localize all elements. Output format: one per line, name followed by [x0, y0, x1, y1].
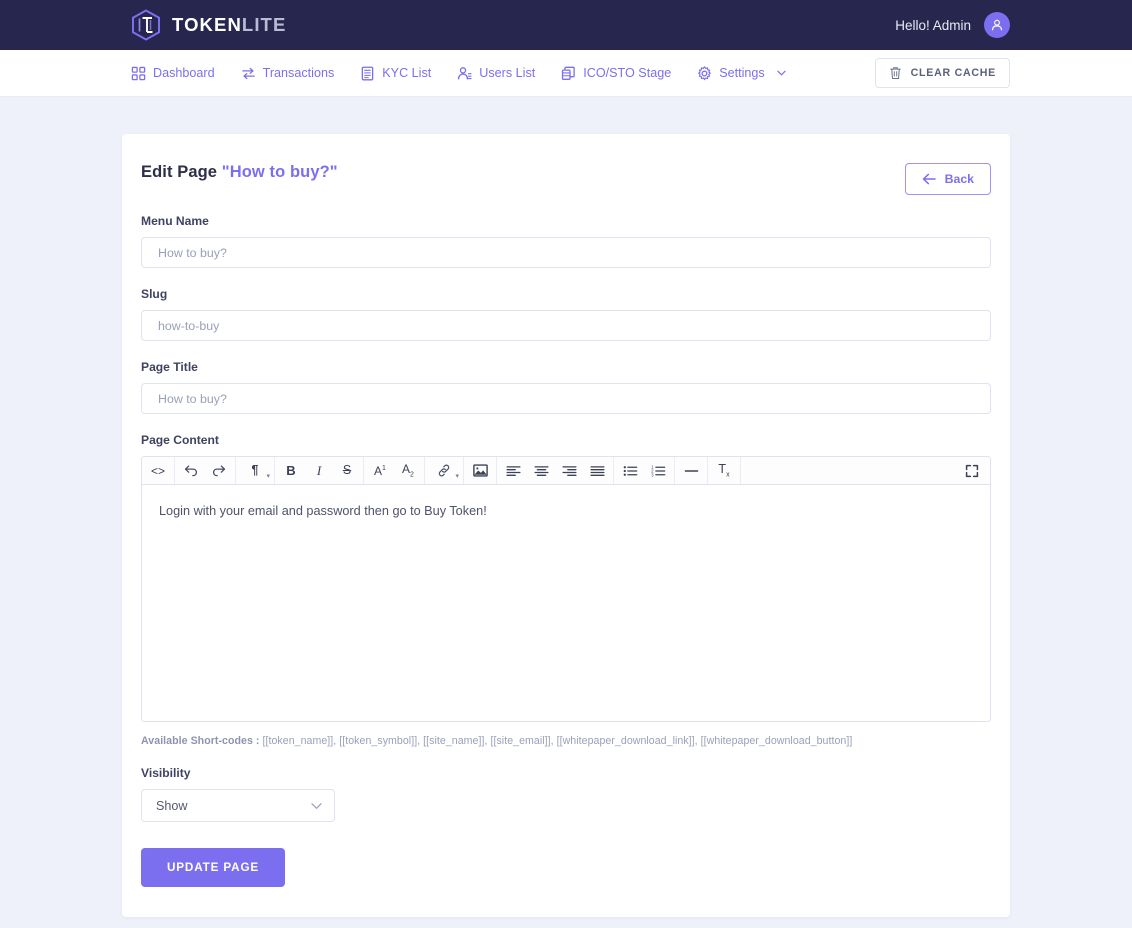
users-icon: [458, 66, 472, 79]
brand-logo[interactable]: TOKENLITE: [131, 9, 286, 41]
toolbar-group-script: A1 A2: [364, 457, 425, 484]
chevron-down-icon: [777, 70, 786, 76]
undo-icon[interactable]: [177, 457, 205, 484]
code-view-icon[interactable]: <>: [144, 457, 172, 484]
user-avatar-icon[interactable]: [984, 12, 1010, 38]
fullscreen-expand-icon[interactable]: [958, 457, 986, 484]
unordered-list-icon[interactable]: [616, 457, 644, 484]
page-content-area: Edit Page "How to buy?" Back Menu Name S…: [0, 97, 1132, 917]
available-shortcodes: Available Short-codes : [[token_name]], …: [141, 735, 991, 747]
document-list-icon: [361, 66, 374, 80]
align-justify-icon[interactable]: [583, 457, 611, 484]
nav-item-list: Dashboard Transactions KYC List Users Li…: [131, 60, 786, 87]
edit-page-card: Edit Page "How to buy?" Back Menu Name S…: [122, 134, 1010, 917]
subscript-icon[interactable]: A2: [394, 457, 422, 484]
nav-item-users-list[interactable]: Users List: [457, 60, 535, 87]
page-title-input[interactable]: [141, 383, 991, 414]
toolbar-group-rule: [675, 457, 708, 484]
page-content-label: Page Content: [141, 433, 219, 447]
grid-dashboard-icon: [131, 66, 146, 80]
superscript-icon[interactable]: A1: [366, 457, 394, 484]
toolbar-group-paragraph: ¶ ▾: [236, 457, 275, 484]
update-page-button[interactable]: UPDATE PAGE: [141, 848, 286, 887]
menu-name-label: Menu Name: [141, 214, 209, 228]
ordered-list-icon[interactable]: 1 2 3: [644, 457, 672, 484]
toolbar-group-link: ▾: [425, 457, 464, 484]
toolbar-group-clear: Tx: [708, 457, 741, 484]
toolbar-group-fullscreen: [958, 457, 990, 484]
back-button-label: Back: [944, 172, 974, 186]
visibility-selected-value: Show: [156, 798, 188, 813]
slug-input[interactable]: [141, 310, 991, 341]
gear-icon: [698, 65, 712, 80]
insert-image-icon[interactable]: [466, 457, 494, 484]
clear-cache-label: CLEAR CACHE: [910, 67, 996, 79]
nav-item-label: Settings: [719, 66, 765, 80]
slug-label: Slug: [141, 287, 168, 301]
shortcodes-list: [[token_name]], [[token_symbol]], [[site…: [259, 735, 853, 747]
trash-icon: [889, 67, 901, 79]
brand-secondary: LITE: [241, 13, 287, 35]
strikethrough-icon[interactable]: S: [333, 457, 361, 484]
link-icon[interactable]: ▾: [427, 457, 461, 484]
editor-toolbar: <> ¶ ▾ B I S A1 A2 ▾ 1 2 3 Tx: [141, 456, 991, 485]
back-button[interactable]: Back: [904, 163, 991, 195]
toolbar-group-code: <>: [142, 457, 175, 484]
bold-icon[interactable]: B: [277, 457, 305, 484]
align-right-icon[interactable]: [555, 457, 583, 484]
user-greeting: Hello! Admin: [895, 17, 971, 33]
brand-text: TOKENLITE: [172, 13, 287, 35]
chevron-down-icon: ▾: [455, 473, 459, 480]
visibility-label: Visibility: [141, 766, 191, 780]
paragraph-format-icon[interactable]: ¶ ▾: [238, 457, 272, 484]
hexagon-logo-icon: [132, 9, 160, 41]
italic-icon[interactable]: I: [305, 457, 333, 484]
toolbar-group-history: [175, 457, 236, 484]
nav-item-transactions[interactable]: Transactions: [241, 60, 335, 87]
align-left-icon[interactable]: [499, 457, 527, 484]
rich-text-editor: <> ¶ ▾ B I S A1 A2 ▾ 1 2 3 Tx Login with…: [141, 456, 991, 722]
chevron-down-icon: ▾: [266, 473, 270, 480]
align-center-icon[interactable]: [527, 457, 555, 484]
shortcodes-label: Available Short-codes :: [141, 735, 260, 747]
toolbar-group-image: [464, 457, 497, 484]
clear-formatting-icon[interactable]: Tx: [710, 457, 738, 484]
editor-content-area[interactable]: Login with your email and password then …: [141, 485, 991, 722]
brand-primary: TOKEN: [172, 13, 242, 35]
page-title-label: Page Title: [141, 360, 198, 374]
top-header: TOKENLITE Hello! Admin: [0, 0, 1132, 50]
page-title-prefix: Edit Page: [141, 163, 222, 181]
page-title: Edit Page "How to buy?": [141, 163, 338, 182]
nav-item-ico-sto-stage[interactable]: ICO/STO Stage: [561, 60, 671, 87]
clear-cache-button[interactable]: CLEAR CACHE: [874, 58, 1010, 88]
nav-item-label: Users List: [479, 66, 536, 80]
coins-stack-icon: [562, 66, 576, 80]
nav-item-label: Transactions: [262, 66, 335, 80]
nav-item-settings[interactable]: Settings: [697, 60, 786, 87]
toolbar-group-style: B I S: [275, 457, 364, 484]
card-header: Edit Page "How to buy?" Back: [141, 163, 991, 195]
nav-item-label: ICO/STO Stage: [583, 66, 672, 80]
redo-icon[interactable]: [205, 457, 233, 484]
visibility-select-wrap: Show: [141, 789, 335, 822]
menu-name-input[interactable]: [141, 237, 991, 268]
svg-text:3: 3: [651, 472, 654, 477]
horizontal-rule-icon[interactable]: [677, 457, 705, 484]
user-menu[interactable]: Hello! Admin: [895, 12, 1010, 38]
nav-item-dashboard[interactable]: Dashboard: [131, 60, 215, 87]
toolbar-group-align: [497, 457, 614, 484]
nav-item-label: Dashboard: [153, 66, 215, 80]
nav-item-label: KYC List: [382, 66, 432, 80]
visibility-select[interactable]: Show: [141, 789, 335, 822]
nav-item-kyc-list[interactable]: KYC List: [360, 60, 431, 87]
page-title-quoted: "How to buy?": [221, 163, 338, 181]
transfer-arrows-icon: [241, 67, 255, 79]
main-navigation: Dashboard Transactions KYC List Users Li…: [0, 50, 1132, 97]
toolbar-group-lists: 1 2 3: [614, 457, 675, 484]
arrow-left-icon: [922, 173, 936, 185]
